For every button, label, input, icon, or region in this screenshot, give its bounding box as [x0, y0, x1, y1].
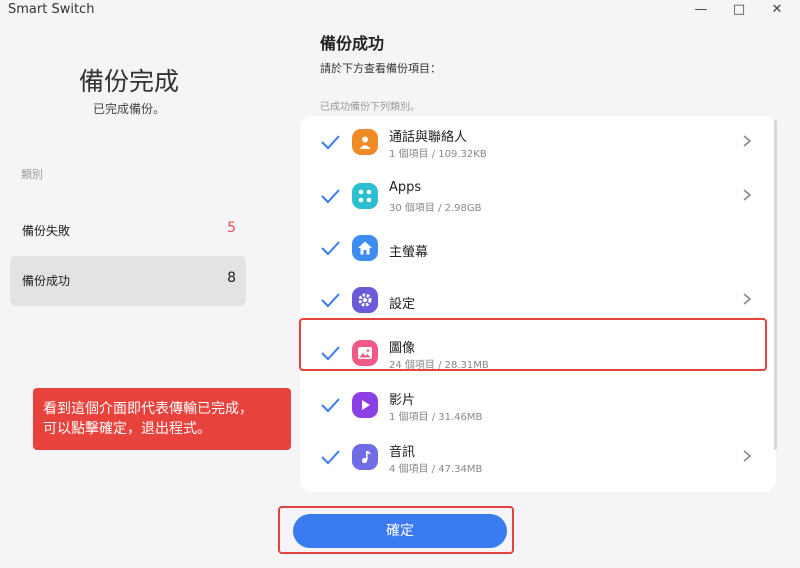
check-icon: [321, 135, 340, 150]
annotation-callout: 看到這個介面即代表傳輸已完成， 可以點擊確定，退出程式。: [33, 388, 291, 450]
detail-title: 備份成功: [320, 34, 385, 53]
contacts-icon: [352, 129, 378, 155]
chevron-right-icon[interactable]: [740, 188, 754, 202]
chevron-right-icon[interactable]: [740, 449, 754, 463]
check-icon: [321, 398, 340, 413]
item-name: 影片: [389, 393, 416, 408]
chevron-right-icon[interactable]: [740, 292, 754, 306]
item-detail: 1 個項目 / 109.32KB: [389, 149, 487, 160]
item-name: 設定: [389, 297, 416, 312]
category-name: 備份成功: [22, 274, 71, 288]
list-item-video[interactable]: 影片 1 個項目 / 31.46MB: [300, 379, 770, 433]
detail-subtitle: 請於下方查看備份項目：: [320, 62, 441, 75]
item-detail: 1 個項目 / 31.46MB: [389, 412, 483, 423]
category-label: 類別: [21, 168, 43, 181]
category-count: 5: [227, 220, 236, 236]
scrollbar[interactable]: [774, 120, 777, 450]
home-icon: [352, 235, 378, 261]
minimize-icon[interactable]: —: [686, 0, 716, 22]
summary-title: 備份完成: [78, 67, 179, 96]
settings-icon: [352, 287, 378, 313]
title-bar: Smart Switch — □ ✕: [0, 0, 800, 22]
maximize-icon[interactable]: □: [724, 0, 754, 22]
close-icon[interactable]: ✕: [762, 0, 792, 22]
list-header: 已成功備份下列類別。: [320, 102, 420, 113]
list-item-home-screen[interactable]: 主螢幕: [300, 222, 770, 276]
item-detail: 30 個項目 / 2.98GB: [389, 203, 482, 214]
item-name: Apps: [389, 180, 422, 195]
video-icon: [352, 392, 378, 418]
item-name: 主螢幕: [389, 245, 429, 260]
item-name: 音訊: [389, 445, 416, 460]
category-backup-failed[interactable]: 備份失敗 5: [10, 206, 246, 256]
category-count: 8: [227, 270, 236, 286]
annotation-highlight-images: [299, 318, 767, 371]
category-name: 備份失敗: [22, 224, 71, 238]
apps-icon: [352, 183, 378, 209]
summary-subtitle: 已完成備份。: [92, 102, 165, 116]
list-item-contacts[interactable]: 通話與聯絡人 1 個項目 / 109.32KB: [300, 116, 770, 170]
audio-icon: [352, 444, 378, 470]
app-title: Smart Switch: [8, 2, 95, 17]
list-item-apps[interactable]: Apps 30 個項目 / 2.98GB: [300, 170, 770, 224]
item-name: 通話與聯絡人: [389, 130, 468, 145]
item-detail: 4 個項目 / 47.34MB: [389, 464, 483, 475]
check-icon: [321, 293, 340, 308]
chevron-right-icon[interactable]: [740, 134, 754, 148]
annotation-line: 看到這個介面即代表傳輸已完成，: [43, 401, 253, 417]
check-icon: [321, 450, 340, 465]
annotation-line: 可以點擊確定，退出程式。: [43, 421, 211, 437]
category-backup-success[interactable]: 備份成功 8: [10, 256, 246, 306]
annotation-highlight-confirm: [278, 506, 514, 554]
list-item-audio[interactable]: 音訊 4 個項目 / 47.34MB: [300, 431, 770, 485]
check-icon: [321, 241, 340, 256]
check-icon: [321, 189, 340, 204]
